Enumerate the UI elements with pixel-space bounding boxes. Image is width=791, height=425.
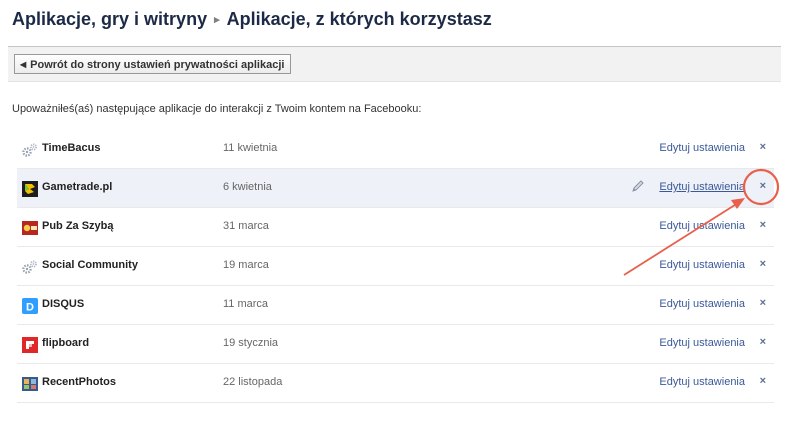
app-name[interactable]: Pub Za Szybą: [42, 220, 114, 232]
remove-app-icon[interactable]: ×: [760, 336, 766, 348]
pub-icon: [22, 221, 38, 235]
app-name[interactable]: TimeBacus: [42, 142, 101, 154]
back-to-privacy-settings-button[interactable]: ◀ Powrót do strony ustawień prywatności a…: [14, 54, 292, 74]
app-row-pub-za-szyba: Pub Za Szybą 31 marca Edytuj ustawienia …: [17, 208, 774, 247]
flipboard-icon: [22, 337, 38, 353]
intro-text: Upoważniłeś(aś) następujące aplikacje do…: [12, 103, 422, 115]
app-date: 6 kwietnia: [223, 181, 272, 193]
app-name[interactable]: Gametrade.pl: [42, 181, 112, 193]
caret-left-icon: ◀: [20, 60, 27, 69]
app-name[interactable]: DISQUS: [42, 298, 84, 310]
breadcrumb: Aplikacje, gry i witryny ▸ Aplikacje, z kt…: [12, 9, 492, 30]
edit-settings-link[interactable]: Edytuj ustawienia: [659, 220, 745, 232]
app-row-timebacus: TimeBacus 11 kwietnia Edytuj ustawienia …: [17, 130, 774, 169]
edit-settings-link[interactable]: Edytuj ustawienia: [659, 181, 745, 193]
app-name[interactable]: RecentPhotos: [42, 376, 116, 388]
disqus-icon-letter: D: [26, 302, 34, 314]
breadcrumb-parent[interactable]: Aplikacje, gry i witryny: [12, 9, 207, 29]
app-name[interactable]: Social Community: [42, 259, 138, 271]
recentphotos-icon: [22, 377, 38, 391]
remove-app-icon[interactable]: ×: [760, 375, 766, 387]
app-row-gametrade: Gametrade.pl 6 kwietnia Edytuj ustawieni…: [17, 169, 774, 208]
gears-icon: [22, 260, 37, 274]
app-date: 19 marca: [223, 259, 269, 271]
app-date: 11 marca: [223, 298, 269, 310]
app-date: 11 kwietnia: [223, 142, 278, 154]
remove-app-icon[interactable]: ×: [760, 180, 766, 192]
pencil-icon: [632, 180, 644, 192]
app-row-social-community: Social Community 19 marca Edytuj ustawie…: [17, 247, 774, 286]
breadcrumb-separator-icon: ▸: [214, 14, 220, 26]
gametrade-icon: [22, 181, 38, 197]
edit-settings-link[interactable]: Edytuj ustawienia: [659, 298, 745, 310]
remove-app-icon[interactable]: ×: [760, 258, 766, 270]
app-row-disqus: D DISQUS 11 marca Edytuj ustawienia ×: [17, 286, 774, 325]
gears-icon: [22, 143, 37, 157]
app-date: 19 stycznia: [223, 337, 279, 349]
edit-settings-link[interactable]: Edytuj ustawienia: [659, 259, 745, 271]
disqus-icon: D: [22, 298, 38, 314]
app-date: 31 marca: [223, 220, 269, 232]
edit-settings-link[interactable]: Edytuj ustawienia: [659, 142, 745, 154]
app-row-recentphotos: RecentPhotos 22 listopada Edytuj ustawie…: [17, 364, 774, 403]
remove-app-icon[interactable]: ×: [760, 219, 766, 231]
edit-settings-link[interactable]: Edytuj ustawienia: [659, 337, 745, 349]
page-title: Aplikacje, z których korzystasz: [226, 9, 492, 29]
edit-settings-link[interactable]: Edytuj ustawienia: [659, 376, 745, 388]
toolbar: ◀ Powrót do strony ustawień prywatności a…: [8, 47, 781, 82]
app-list: TimeBacus 11 kwietnia Edytuj ustawienia …: [17, 130, 774, 403]
remove-app-icon[interactable]: ×: [760, 297, 766, 309]
remove-app-icon[interactable]: ×: [760, 141, 766, 153]
app-name[interactable]: flipboard: [42, 337, 89, 349]
back-button-label: Powrót do strony ustawień prywatności ap…: [30, 59, 285, 71]
app-row-flipboard: flipboard 19 stycznia Edytuj ustawienia …: [17, 325, 774, 364]
app-date: 22 listopada: [223, 376, 283, 388]
